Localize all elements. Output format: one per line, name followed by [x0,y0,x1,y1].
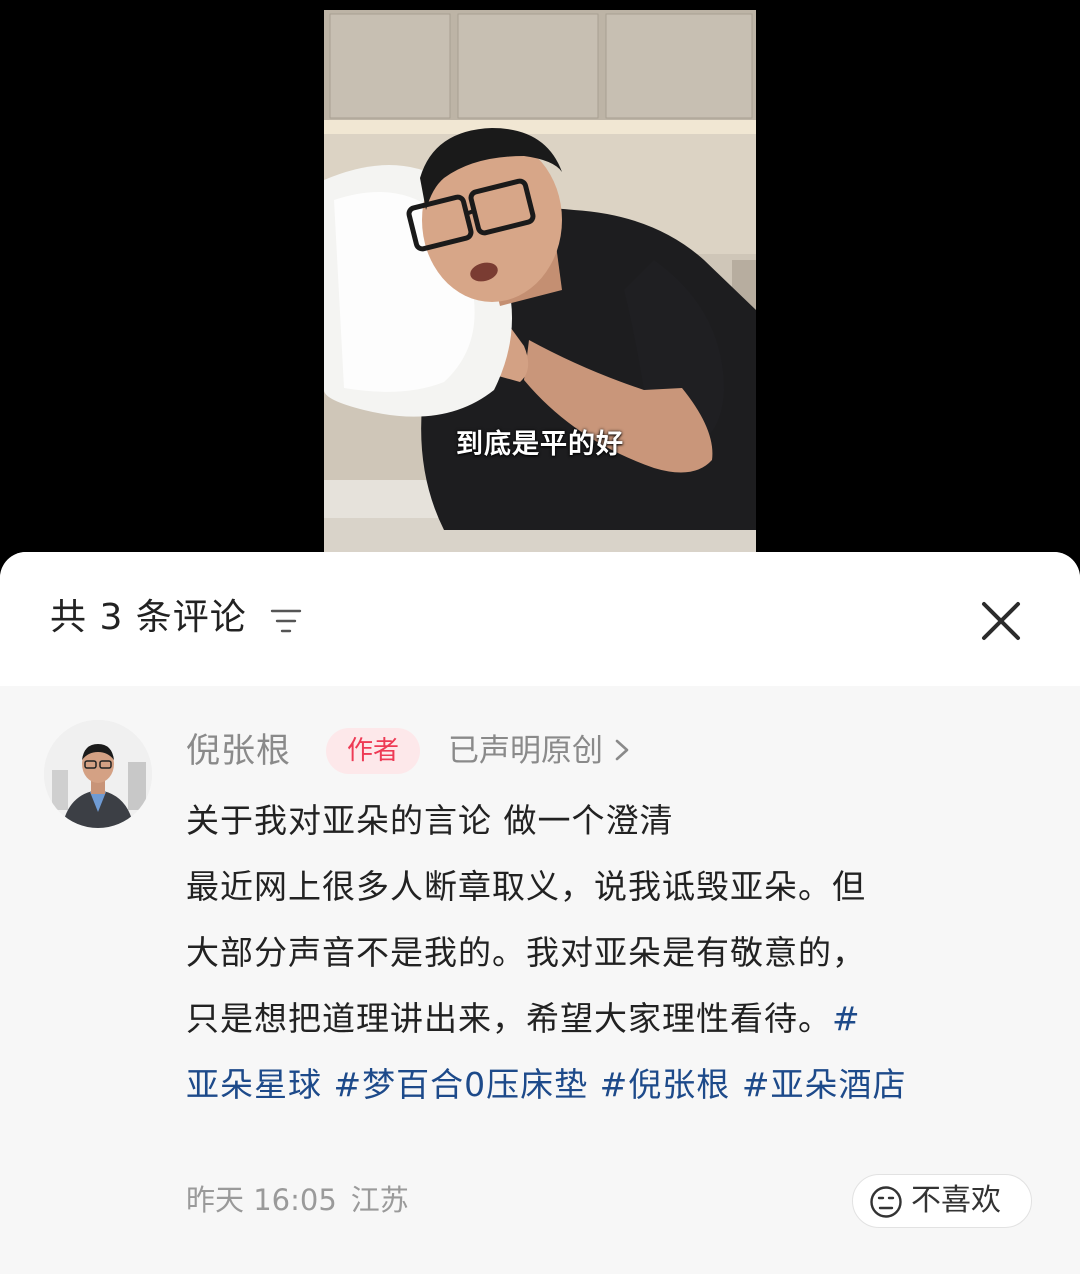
close-icon[interactable] [976,596,1026,646]
video-player[interactable]: 到底是平的好 [324,10,756,570]
hashtag-link[interactable]: 亚朵星球 [186,1065,322,1104]
frown-face-icon [870,1186,902,1218]
hashtag-link[interactable]: # [832,999,861,1038]
hashtag-line: 亚朵星球 #梦百合0压床垫 #倪张根 #亚朵酒店 [186,1052,1036,1118]
dislike-label: 不喜欢 [911,1183,1001,1218]
comment-line: 大部分声音不是我的。我对亚朵是有敬意的， [186,933,866,972]
screen: 到底是平的好 共 3 条评论 倪张根 作者 已声明原创 关于我对亚朵的言论 做一… [0,0,1080,1274]
comment-line: 只是想把道理讲出来，希望大家理性看待。# [186,986,1036,1052]
author-badge: 作者 [326,728,420,774]
comment-line-text: 只是想把道理讲出来，希望大家理性看待。 [186,999,832,1038]
comment-meta: 昨天 16:05 江苏 [186,1178,423,1222]
comment-location: 江苏 [350,1183,409,1217]
avatar-image [44,720,152,828]
video-frame-image [324,10,756,570]
comment-count-title: 共 3 条评论 [50,597,247,638]
original-declared-link[interactable]: 已声明原创 [448,728,635,774]
hashtag-link[interactable]: #梦百合0压床垫 [334,1065,589,1104]
avatar[interactable] [44,720,152,828]
original-declared-label: 已声明原创 [448,733,603,769]
comment-line: 最近网上很多人断章取义，说我诋毁亚朵。但 [186,867,866,906]
chevron-right-icon [615,739,629,761]
hashtag-link[interactable]: #亚朵酒店 [742,1065,907,1104]
comment-author-name[interactable]: 倪张根 [186,728,291,774]
comments-header: 共 3 条评论 [0,552,1080,686]
comment-line: 关于我对亚朵的言论 做一个澄清 [186,801,674,840]
dislike-button[interactable]: 不喜欢 [852,1174,1032,1228]
video-subtitle: 到底是平的好 [456,429,624,460]
comments-sheet: 共 3 条评论 倪张根 作者 已声明原创 关于我对亚朵的言论 做一个澄清 最近网… [0,552,1080,1274]
comment-date: 昨天 16:05 [186,1183,337,1217]
hashtag-link[interactable]: #倪张根 [600,1065,731,1104]
sort-icon[interactable] [268,606,304,636]
comment-text: 关于我对亚朵的言论 做一个澄清 最近网上很多人断章取义，说我诋毁亚朵。但 大部分… [186,788,1036,1118]
